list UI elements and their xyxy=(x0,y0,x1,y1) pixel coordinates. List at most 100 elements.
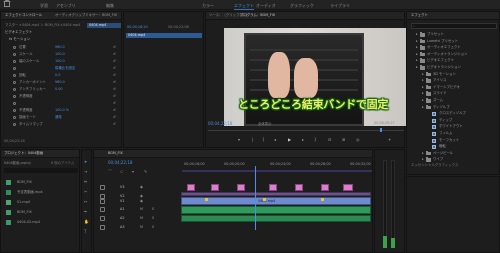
ec-property-row[interactable]: タイムリマップ ↺ xyxy=(3,122,116,127)
reset-icon[interactable]: ↺ xyxy=(113,66,116,70)
program-scrubber[interactable] xyxy=(208,130,404,131)
slip-tool-icon[interactable]: ↔ xyxy=(84,200,87,204)
ec-property-row[interactable]: 不透明度 ↺ xyxy=(3,94,116,99)
step-forward-icon[interactable]: ▸ xyxy=(302,138,304,142)
timeline-settings-icon[interactable]: ✎ xyxy=(144,170,147,174)
project-search-input[interactable] xyxy=(4,168,78,173)
track-header-a1[interactable]: A1 M S xyxy=(100,206,180,214)
add-button-icon[interactable]: + xyxy=(388,138,391,142)
workspace-graphics[interactable]: グラフィック xyxy=(290,3,314,9)
export-frame-icon[interactable]: ◎ xyxy=(356,138,360,142)
v3-clip[interactable] xyxy=(321,184,329,191)
chevron-right-icon[interactable]: ▸ xyxy=(422,151,424,155)
mute-icon[interactable]: M xyxy=(140,216,143,220)
program-video-frame[interactable]: ところどころ結束バンドで固定 xyxy=(224,28,409,126)
v1-clip[interactable]: 0404.mp4 xyxy=(181,197,371,205)
effects-list-item[interactable]: ▸ ページピール xyxy=(412,151,492,156)
razor-tool-icon[interactable]: ✂ xyxy=(84,190,87,194)
linked-selection-icon[interactable]: ⊂ xyxy=(120,170,123,174)
effects-list-item[interactable]: ▸ ズーム xyxy=(412,98,492,103)
track-header-a2[interactable]: A2 M S xyxy=(100,215,180,223)
chevron-right-icon[interactable]: ▸ xyxy=(416,65,418,69)
stopwatch-icon[interactable] xyxy=(13,115,16,119)
effects-list-item[interactable]: ▸ プリセット xyxy=(412,32,492,37)
reset-icon[interactable]: ↺ xyxy=(113,87,116,91)
v3-clip[interactable] xyxy=(295,184,303,191)
reset-icon[interactable]: ↺ xyxy=(113,52,116,56)
workspace-color[interactable]: カラー xyxy=(202,3,214,9)
reset-icon[interactable]: ↺ xyxy=(113,108,116,112)
eye-icon[interactable]: ◉ xyxy=(140,199,143,203)
ec-property-value[interactable]: 0.0 xyxy=(55,73,60,77)
a1-clip[interactable] xyxy=(181,206,371,214)
ec-property-value[interactable]: 縦横比を固定 xyxy=(55,66,75,70)
tab-program[interactable]: プログラム：BGM_FIX xyxy=(240,13,275,17)
tab-effect-controls[interactable]: エフェクトコントロール xyxy=(5,13,42,17)
transition-marker[interactable] xyxy=(321,198,324,201)
stopwatch-icon[interactable] xyxy=(13,73,16,77)
lock-icon[interactable] xyxy=(100,225,105,230)
effects-list-item[interactable]: フィルム xyxy=(412,131,492,136)
program-fit-label[interactable]: 全体表示 xyxy=(258,122,272,126)
reset-icon[interactable]: ↺ xyxy=(113,80,116,84)
ec-property-value[interactable]: 100.0 xyxy=(55,52,65,56)
solo-icon[interactable]: S xyxy=(152,225,154,229)
workspace-learn[interactable]: 学習 xyxy=(40,3,48,9)
reset-icon[interactable]: ↺ xyxy=(113,59,116,63)
ec-property-row[interactable]: 回転 0.0 ↺ xyxy=(3,73,116,78)
ec-property-row[interactable]: 幅のスケール 100.0 ↺ xyxy=(3,59,116,64)
reset-icon[interactable]: ↺ xyxy=(113,122,116,126)
effects-search-input[interactable]: ⌕ xyxy=(411,23,497,29)
strip-clip[interactable]: 0404.mp4 xyxy=(126,33,202,38)
chevron-right-icon[interactable]: ▸ xyxy=(416,58,418,62)
workspace-assembly[interactable]: アセンブリ xyxy=(56,3,76,9)
lift-icon[interactable]: ⊟ xyxy=(328,138,331,142)
stopwatch-icon[interactable] xyxy=(13,52,16,56)
snap-icon[interactable]: ⌒ xyxy=(108,170,112,174)
chevron-right-icon[interactable]: ▸ xyxy=(422,157,424,161)
selection-tool-icon[interactable]: ➤ xyxy=(84,160,87,164)
ec-property-value[interactable]: 960.0 xyxy=(55,45,65,49)
extract-icon[interactable]: ⊞ xyxy=(342,138,345,142)
chevron-right-icon[interactable]: ▸ xyxy=(422,72,424,76)
stopwatch-icon[interactable] xyxy=(13,45,16,49)
v3-clip[interactable] xyxy=(343,184,353,191)
tab-audio-clip-mixer[interactable]: オーディオクリップミキサー：BGM_FIX xyxy=(55,13,117,17)
lock-icon[interactable] xyxy=(100,199,105,204)
stopwatch-icon[interactable] xyxy=(13,66,16,70)
transition-marker[interactable] xyxy=(263,198,266,201)
eye-icon[interactable]: ◉ xyxy=(140,185,143,189)
go-to-out-icon[interactable]: } xyxy=(314,138,317,142)
home-icon[interactable] xyxy=(3,0,11,7)
ec-property-row[interactable]: 縦横比を固定 ↺ xyxy=(3,66,116,71)
effects-list-item[interactable]: ホワイトアウト xyxy=(412,124,492,130)
lock-icon[interactable] xyxy=(100,185,105,190)
v3-clip[interactable] xyxy=(237,184,245,191)
hand-tool-icon[interactable]: ✋ xyxy=(84,220,89,224)
project-item[interactable]: BGM_FIX xyxy=(3,178,79,187)
go-to-in-icon[interactable]: { xyxy=(262,138,265,142)
reset-icon[interactable]: ↺ xyxy=(113,115,116,119)
effects-list-item[interactable]: ▸ オーディオエフェクト xyxy=(412,45,492,50)
ec-property-row[interactable]: 描画モード 通常 ↺ xyxy=(3,115,116,120)
effects-list-item[interactable]: モーフカット xyxy=(412,138,492,143)
ripple-edit-tool-icon[interactable]: ⇹ xyxy=(84,180,87,184)
track-header-v1[interactable]: V1 ◉ xyxy=(100,198,180,206)
effects-list-item[interactable]: ▸ アイリス xyxy=(412,78,492,83)
ec-property-value[interactable]: 100.0 % xyxy=(55,108,69,112)
timeline-tab[interactable]: BGM_FIX xyxy=(108,151,123,155)
effects-list-item[interactable]: クロスディゾルブ xyxy=(412,111,492,117)
effects-list-item[interactable]: ▸ ワイプ xyxy=(412,157,492,162)
ec-property-value[interactable]: 100.0 xyxy=(55,59,65,63)
solo-icon[interactable]: S xyxy=(152,216,154,220)
type-tool-icon[interactable]: T xyxy=(84,230,86,234)
stopwatch-icon[interactable] xyxy=(13,87,16,91)
ec-property-row[interactable]: ↺ xyxy=(3,101,116,106)
workspace-effects[interactable]: エフェクト xyxy=(234,3,254,10)
play-icon[interactable]: ▶ xyxy=(288,138,291,142)
effects-list-item[interactable]: ▸ スライド xyxy=(412,91,492,96)
project-item[interactable]: BGM_FIX xyxy=(3,208,79,217)
step-back-icon[interactable]: ◂ xyxy=(274,138,276,142)
ec-property-row[interactable]: スケール 100.0 ↺ xyxy=(3,52,116,57)
track-select-tool-icon[interactable]: ⇥ xyxy=(84,170,87,174)
